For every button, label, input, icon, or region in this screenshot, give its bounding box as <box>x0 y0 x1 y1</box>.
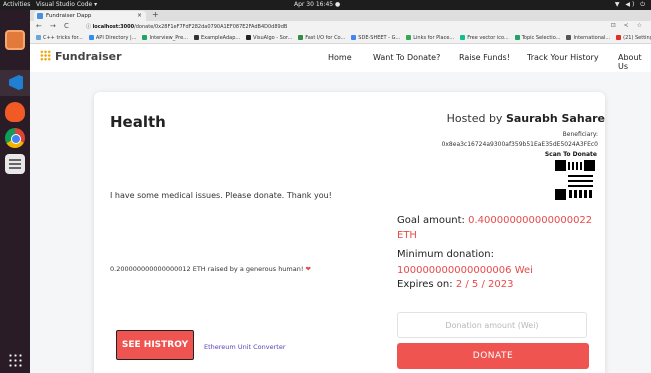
bookmark-favicon-icon <box>406 35 412 40</box>
bookmark-label: SDE-SHEET - G... <box>358 35 401 41</box>
heart-icon: ❤ <box>305 265 311 273</box>
donate-button[interactable]: DONATE <box>397 343 589 369</box>
beneficiary-address: 0x8ea3c16724a9300af359b51EaE35dE5024A3FE… <box>441 141 598 148</box>
fundraiser-description: I have some medical issues. Please donat… <box>110 191 332 200</box>
dock <box>0 10 30 373</box>
activities-button[interactable]: Activities <box>3 1 30 8</box>
bookmark-item[interactable]: Free vector ico... <box>460 33 509 43</box>
brand[interactable]: Fundraiser <box>40 50 122 63</box>
bookmark-label: Links for Place... <box>413 35 455 41</box>
scan-to-donate-label: Scan To Donate <box>544 151 597 158</box>
host-name: Saurabh Sahare <box>505 112 605 125</box>
bookmark-item[interactable]: (21) Setting u... <box>616 33 651 43</box>
bookmark-label: Fast I/O for Co... <box>305 35 346 41</box>
raised-text: 0.200000000000000012 ETH raised by a gen… <box>110 265 304 273</box>
bookmark-item[interactable]: Interview_Pre... <box>142 33 188 43</box>
back-icon[interactable]: ← <box>36 22 42 30</box>
minimum-value: 100000000000000006 Wei <box>397 265 533 276</box>
ethereum-unit-converter-link[interactable]: Ethereum Unit Converter <box>204 343 286 351</box>
hosted-by: Hosted by Saurabh Sahare <box>447 112 605 125</box>
bookmark-item[interactable]: C++ tricks for... <box>36 33 83 43</box>
nav-home[interactable]: Home <box>328 53 352 62</box>
system-tray[interactable]: ▼ ◀) ⏻ <box>615 1 647 9</box>
nav-track-history[interactable]: Track Your History <box>527 53 599 62</box>
bookmark-item[interactable]: Topic Selectio... <box>514 33 561 43</box>
bookmark-label: Free vector ico... <box>467 35 509 41</box>
nav-about-us[interactable]: About Us <box>618 53 651 71</box>
bookmark-item[interactable]: Fast I/O for Co... <box>298 33 346 43</box>
see-history-button[interactable]: SEE HISTROY <box>116 330 194 360</box>
nav-want-to-donate[interactable]: Want To Donate? <box>373 53 440 62</box>
bookmark-label: API Directory |... <box>95 35 137 41</box>
url-field[interactable]: ⓘ localhost:3000/donate/0x28F1eF7FdF282d… <box>86 23 586 31</box>
bookmark-favicon-icon <box>88 35 94 40</box>
bookmark-item[interactable]: Links for Place... <box>406 33 455 43</box>
bookmark-favicon-icon <box>193 35 199 40</box>
bookmark-item[interactable]: ExampleAdap... <box>193 33 241 43</box>
bookmark-item[interactable]: VisuAlgo - Sor... <box>246 33 293 43</box>
bookmarks-bar: C++ tricks for... API Directory |... Inter… <box>30 33 651 44</box>
bookmark-item[interactable]: SDE-SHEET - G... <box>351 33 401 43</box>
tab-favicon-icon <box>37 13 43 19</box>
qr-code <box>555 160 595 200</box>
minimum-label: Minimum donation: <box>397 249 494 260</box>
bookmark-favicon-icon <box>351 35 357 40</box>
minimum-donation: Minimum donation: 100000000000000006 Wei <box>397 247 595 279</box>
bookmark-label: Interview_Pre... <box>149 35 188 41</box>
files-app-icon[interactable] <box>5 30 25 50</box>
active-app-menu[interactable]: Visual Studio Code ▾ <box>36 1 97 8</box>
bookmark-favicon-icon <box>298 35 304 40</box>
expiry-date: Expires on: 2 / 5 / 2023 <box>397 279 513 290</box>
raised-amount: 0.200000000000000012 ETH raised by a gen… <box>110 265 311 273</box>
bookmark-label: (21) Setting u... <box>623 35 651 41</box>
bookmark-label: VisuAlgo - Sor... <box>253 35 293 41</box>
bookmark-favicon-icon <box>246 35 252 40</box>
bookmark-favicon-icon <box>566 35 572 40</box>
show-applications-icon[interactable] <box>8 353 22 367</box>
url-path: /donate/0x28F1eF7FdF282da0790A1EF087E2FA… <box>134 24 288 30</box>
clock[interactable]: Apr 30 16:45 ● <box>294 1 340 8</box>
beneficiary-label: Beneficiary: <box>562 131 598 138</box>
tab-title: Fundraiser Dapp <box>46 13 92 19</box>
bookmark-item[interactable]: API Directory |... <box>88 33 137 43</box>
bookmark-label: ExampleAdap... <box>200 35 241 41</box>
fundraiser-title: Health <box>110 113 166 131</box>
reload-icon[interactable]: C <box>64 22 69 30</box>
bookmark-label: C++ tricks for... <box>43 35 83 41</box>
url-host: localhost:3000 <box>92 24 135 30</box>
new-tab-button[interactable]: + <box>152 10 159 19</box>
bookmark-favicon-icon <box>460 35 466 40</box>
address-bar-actions[interactable]: ⊡ < ☆ <box>611 22 645 29</box>
donation-amount-input[interactable] <box>397 312 587 338</box>
forward-icon[interactable]: → <box>50 22 56 30</box>
hosted-by-label: Hosted by <box>446 112 503 125</box>
chrome-app-icon[interactable] <box>5 128 25 148</box>
bookmark-favicon-icon <box>36 35 41 40</box>
nav-raise-funds[interactable]: Raise Funds! <box>459 53 510 62</box>
browser-tab-bar: Fundraiser Dapp × + <box>30 10 651 21</box>
browser-address-bar: ← → C ⓘ localhost:3000/donate/0x28F1eF7F… <box>30 21 651 33</box>
bookmark-label: Topic Selectio... <box>521 35 561 41</box>
brand-name: Fundraiser <box>55 50 122 63</box>
bookmark-favicon-icon <box>616 35 622 40</box>
text-editor-app-icon[interactable] <box>5 154 25 174</box>
bookmark-favicon-icon <box>514 35 520 40</box>
browser-tab[interactable]: Fundraiser Dapp × <box>34 11 146 21</box>
bookmark-favicon-icon <box>142 35 148 40</box>
vscode-app-icon[interactable] <box>0 70 30 96</box>
app-navbar: Fundraiser Home Want To Donate? Raise Fu… <box>30 44 651 72</box>
bookmark-item[interactable]: International... <box>566 33 611 43</box>
goal-amount: Goal amount: 0.400000000000000022 ETH <box>397 213 595 243</box>
brand-grid-icon <box>40 50 51 61</box>
brave-app-icon[interactable] <box>5 102 25 122</box>
os-top-bar: Activities Visual Studio Code ▾ Apr 30 1… <box>0 0 651 10</box>
expires-value: 2 / 5 / 2023 <box>455 279 514 290</box>
expires-label: Expires on: <box>397 279 453 290</box>
bookmark-label: International... <box>573 35 611 41</box>
goal-label: Goal amount: <box>397 215 465 226</box>
tab-close-icon[interactable]: × <box>137 11 142 21</box>
